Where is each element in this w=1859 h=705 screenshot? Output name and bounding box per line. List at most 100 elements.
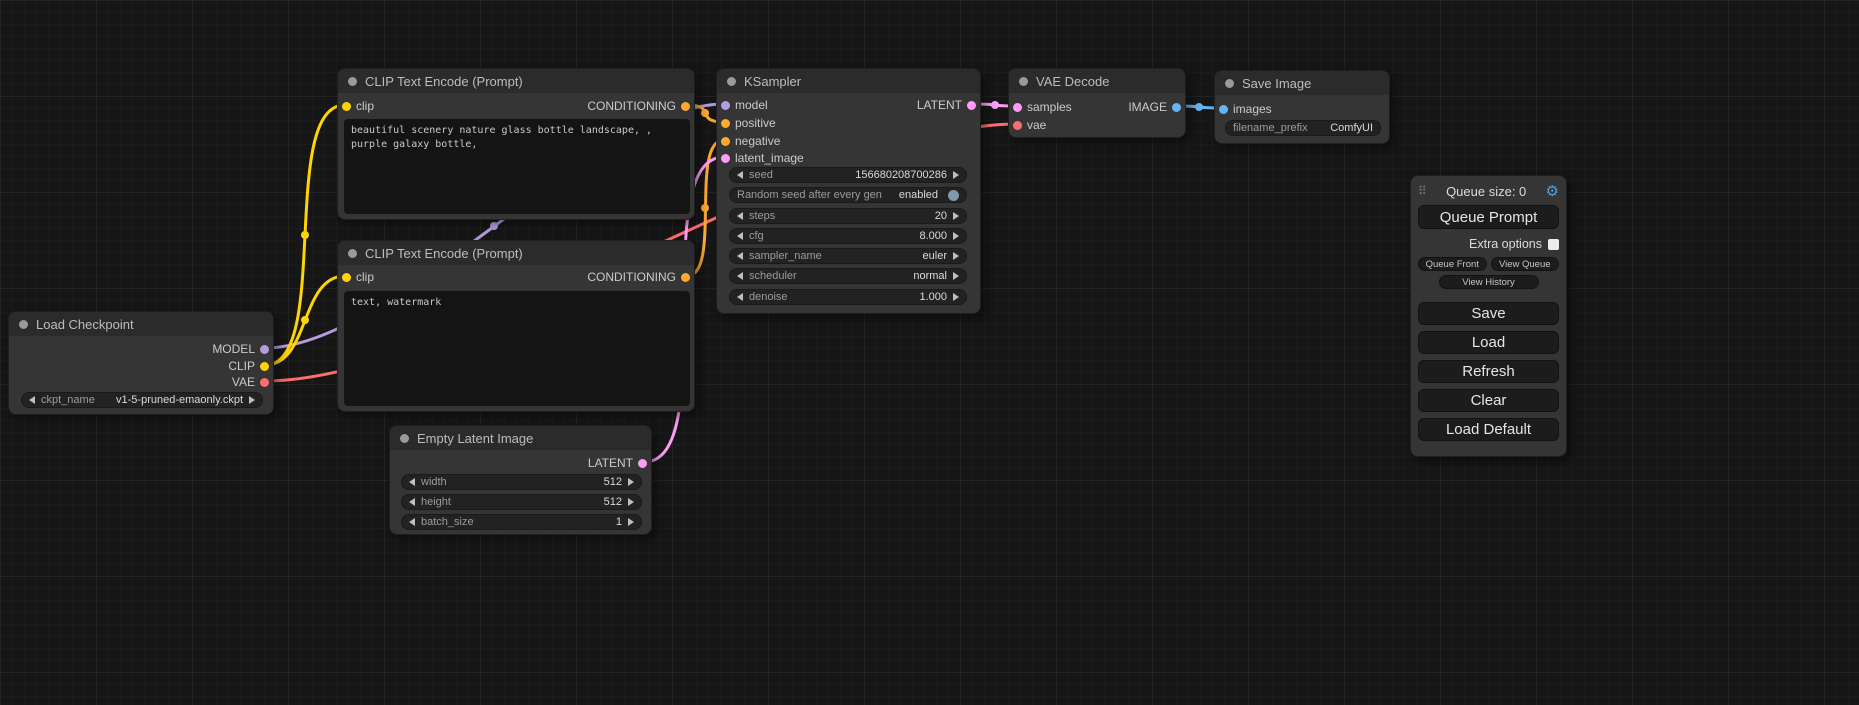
input-slot-vae[interactable]: vae — [1013, 118, 1046, 132]
widget-width[interactable]: width 512 — [401, 474, 642, 490]
decrement-arrow-icon[interactable] — [409, 478, 415, 486]
widget-sampler-name[interactable]: sampler_name euler — [729, 248, 967, 264]
drag-handle-icon[interactable]: ⠿ — [1418, 184, 1427, 198]
collapse-dot-icon[interactable] — [19, 320, 28, 329]
save-button[interactable]: Save — [1418, 302, 1559, 325]
widget-random-seed[interactable]: Random seed after every gen enabled — [729, 187, 967, 203]
negative-prompt-textarea[interactable]: text, watermark — [344, 291, 690, 406]
toggle-knob[interactable] — [948, 190, 959, 201]
decrement-arrow-icon[interactable] — [737, 171, 743, 179]
node-save-image[interactable]: Save Image images filename_prefix ComfyU… — [1214, 70, 1390, 144]
image-port-dot[interactable] — [1219, 105, 1228, 114]
extra-options-checkbox[interactable] — [1548, 239, 1559, 250]
decrement-arrow-icon[interactable] — [737, 252, 743, 260]
input-slot-latent-image[interactable]: latent_image — [721, 151, 804, 165]
output-slot-clip[interactable]: CLIP — [228, 359, 269, 373]
vae-port-dot[interactable] — [1013, 121, 1022, 130]
refresh-button[interactable]: Refresh — [1418, 360, 1559, 383]
view-queue-button[interactable]: View Queue — [1491, 257, 1560, 271]
decrement-arrow-icon[interactable] — [737, 232, 743, 240]
vae-port-dot[interactable] — [260, 378, 269, 387]
settings-gear-icon[interactable]: ⚙ — [1546, 184, 1559, 199]
conditioning-port-dot[interactable] — [681, 102, 690, 111]
node-clip-text-encode-positive[interactable]: CLIP Text Encode (Prompt) clip CONDITION… — [337, 68, 695, 220]
clip-port-dot[interactable] — [342, 273, 351, 282]
load-button[interactable]: Load — [1418, 331, 1559, 354]
node-empty-latent-image[interactable]: Empty Latent Image LATENT width 512 heig… — [389, 425, 652, 535]
input-slot-clip[interactable]: clip — [342, 99, 374, 113]
decrement-arrow-icon[interactable] — [29, 396, 35, 404]
input-slot-samples[interactable]: samples — [1013, 100, 1072, 114]
positive-prompt-textarea[interactable]: beautiful scenery nature glass bottle la… — [344, 119, 690, 214]
decrement-arrow-icon[interactable] — [737, 212, 743, 220]
node-titlebar[interactable]: KSampler — [717, 69, 980, 93]
widget-height[interactable]: height 512 — [401, 494, 642, 510]
input-slot-model[interactable]: model — [721, 98, 768, 112]
queue-front-button[interactable]: Queue Front — [1418, 257, 1487, 271]
input-slot-negative[interactable]: negative — [721, 134, 780, 148]
output-slot-conditioning[interactable]: CONDITIONING — [587, 270, 690, 284]
view-history-button[interactable]: View History — [1439, 275, 1539, 289]
clear-button[interactable]: Clear — [1418, 389, 1559, 412]
input-slot-clip[interactable]: clip — [342, 270, 374, 284]
conditioning-port-dot[interactable] — [721, 119, 730, 128]
decrement-arrow-icon[interactable] — [409, 518, 415, 526]
node-clip-text-encode-negative[interactable]: CLIP Text Encode (Prompt) clip CONDITION… — [337, 240, 695, 412]
input-slot-images[interactable]: images — [1219, 102, 1272, 116]
model-port-dot[interactable] — [721, 101, 730, 110]
node-titlebar[interactable]: Empty Latent Image — [390, 426, 651, 450]
widget-batch-size[interactable]: batch_size 1 — [401, 514, 642, 530]
increment-arrow-icon[interactable] — [953, 252, 959, 260]
increment-arrow-icon[interactable] — [628, 518, 634, 526]
conditioning-port-dot[interactable] — [721, 137, 730, 146]
conditioning-port-dot[interactable] — [681, 273, 690, 282]
increment-arrow-icon[interactable] — [628, 498, 634, 506]
clip-port-dot[interactable] — [260, 362, 269, 371]
latent-port-dot[interactable] — [721, 154, 730, 163]
clip-port-dot[interactable] — [342, 102, 351, 111]
collapse-dot-icon[interactable] — [400, 434, 409, 443]
increment-arrow-icon[interactable] — [628, 478, 634, 486]
collapse-dot-icon[interactable] — [348, 249, 357, 258]
latent-port-dot[interactable] — [1013, 103, 1022, 112]
load-default-button[interactable]: Load Default — [1418, 418, 1559, 441]
node-titlebar[interactable]: CLIP Text Encode (Prompt) — [338, 69, 694, 93]
queue-prompt-button[interactable]: Queue Prompt — [1418, 205, 1559, 229]
collapse-dot-icon[interactable] — [1225, 79, 1234, 88]
collapse-dot-icon[interactable] — [727, 77, 736, 86]
node-titlebar[interactable]: VAE Decode — [1009, 69, 1185, 93]
node-vae-decode[interactable]: VAE Decode samples vae IMAGE — [1008, 68, 1186, 138]
output-slot-model[interactable]: MODEL — [212, 342, 269, 356]
increment-arrow-icon[interactable] — [953, 272, 959, 280]
node-graph-canvas[interactable]: Load Checkpoint MODEL CLIP VAE ckpt_name… — [0, 0, 1859, 705]
increment-arrow-icon[interactable] — [953, 232, 959, 240]
decrement-arrow-icon[interactable] — [737, 293, 743, 301]
widget-seed[interactable]: seed 156680208700286 — [729, 167, 967, 183]
model-port-dot[interactable] — [260, 345, 269, 354]
node-titlebar[interactable]: CLIP Text Encode (Prompt) — [338, 241, 694, 265]
output-slot-image[interactable]: IMAGE — [1128, 100, 1181, 114]
widget-scheduler[interactable]: scheduler normal — [729, 268, 967, 284]
image-port-dot[interactable] — [1172, 103, 1181, 112]
latent-port-dot[interactable] — [967, 101, 976, 110]
increment-arrow-icon[interactable] — [953, 293, 959, 301]
node-load-checkpoint[interactable]: Load Checkpoint MODEL CLIP VAE ckpt_name… — [8, 311, 274, 415]
increment-arrow-icon[interactable] — [249, 396, 255, 404]
widget-ckpt-name[interactable]: ckpt_name v1-5-pruned-emaonly.ckpt — [21, 392, 263, 408]
output-slot-latent[interactable]: LATENT — [917, 98, 976, 112]
increment-arrow-icon[interactable] — [953, 212, 959, 220]
collapse-dot-icon[interactable] — [348, 77, 357, 86]
widget-denoise[interactable]: denoise 1.000 — [729, 289, 967, 305]
widget-steps[interactable]: steps 20 — [729, 208, 967, 224]
decrement-arrow-icon[interactable] — [737, 272, 743, 280]
node-titlebar[interactable]: Save Image — [1215, 71, 1389, 95]
node-titlebar[interactable]: Load Checkpoint — [9, 312, 273, 336]
output-slot-latent[interactable]: LATENT — [588, 456, 647, 470]
output-slot-vae[interactable]: VAE — [232, 375, 269, 389]
latent-port-dot[interactable] — [638, 459, 647, 468]
node-ksampler[interactable]: KSampler model positive negative latent_… — [716, 68, 981, 314]
collapse-dot-icon[interactable] — [1019, 77, 1028, 86]
output-slot-conditioning[interactable]: CONDITIONING — [587, 99, 690, 113]
increment-arrow-icon[interactable] — [953, 171, 959, 179]
decrement-arrow-icon[interactable] — [409, 498, 415, 506]
